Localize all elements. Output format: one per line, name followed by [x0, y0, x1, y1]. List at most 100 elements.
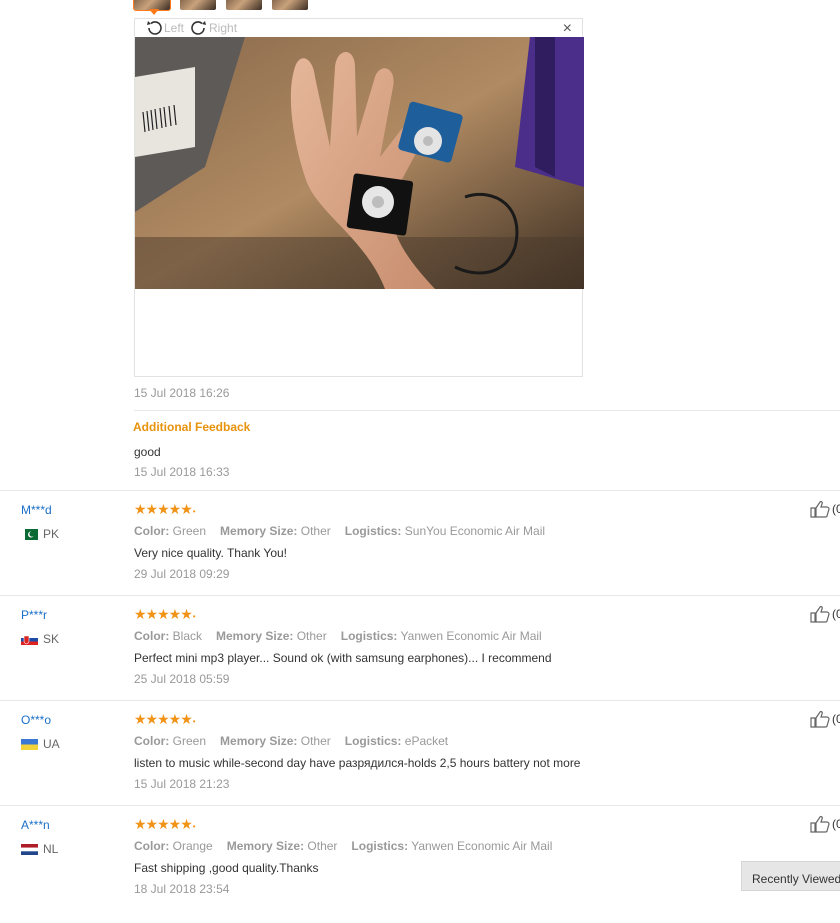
- review-text: Very nice quality. Thank You!: [134, 546, 287, 560]
- review-item: P***r SK ★★★★★• Color: Black Memory Size:…: [0, 605, 840, 713]
- divider: [134, 410, 840, 411]
- photo-thumbnail[interactable]: [272, 0, 308, 10]
- star-rating: ★★★★★•: [134, 501, 195, 517]
- color-value: Green: [172, 734, 207, 748]
- reviewer-name[interactable]: M***d: [21, 503, 52, 517]
- divider: [0, 595, 840, 596]
- helpful-button[interactable]: (0: [810, 710, 840, 728]
- review-text: Perfect mini mp3 player... Sound ok (wit…: [134, 651, 552, 665]
- flag-icon: [21, 633, 38, 645]
- thumbs-up-icon: [810, 501, 830, 518]
- review-date: 18 Jul 2018 23:54: [134, 882, 230, 896]
- thumbs-up-icon: [810, 711, 830, 728]
- stars-text: ★★★★★: [134, 606, 193, 622]
- memory-label: Memory Size:: [226, 839, 305, 853]
- review-date: 15 Jul 2018 16:26: [134, 386, 230, 400]
- thumbs-up-icon: [810, 816, 830, 833]
- country-code: NL: [43, 842, 59, 856]
- rotate-right-icon: [191, 21, 207, 35]
- photo-thumbnails: [134, 0, 308, 10]
- memory-label: Memory Size:: [220, 524, 298, 538]
- additional-feedback-text: good: [134, 445, 161, 459]
- reviewer-name[interactable]: O***o: [21, 713, 51, 727]
- purchase-attributes: Color: Green Memory Size: Other Logistics:…: [134, 734, 448, 748]
- memory-label: Memory Size:: [220, 734, 298, 748]
- review-text: Fast shipping ,good quality.Thanks: [134, 861, 319, 875]
- divider: [0, 805, 840, 806]
- photo-thumbnail[interactable]: [226, 0, 262, 10]
- helpful-button[interactable]: (0: [810, 815, 840, 833]
- color-label: Color:: [134, 524, 170, 538]
- reviewer-country: SK: [21, 632, 59, 646]
- reviewer-country: PK: [21, 527, 59, 541]
- active-thumbnail-caret-icon: [149, 9, 159, 15]
- color-value: Green: [172, 524, 207, 538]
- review-text: listen to music while-second day have ра…: [134, 756, 581, 770]
- reviewer-name[interactable]: P***r: [21, 608, 47, 622]
- photo-thumbnail[interactable]: [180, 0, 216, 10]
- helpful-count: (0: [832, 817, 840, 831]
- review-date: 15 Jul 2018 21:23: [134, 777, 230, 791]
- country-code: UA: [43, 737, 60, 751]
- flag-icon: [21, 843, 38, 855]
- helpful-button[interactable]: (0: [810, 500, 840, 518]
- review-photo: [135, 37, 584, 289]
- star-rating: ★★★★★•: [134, 711, 195, 727]
- additional-feedback-title: Additional Feedback: [133, 420, 251, 434]
- review-item: M***d PK ★★★★★• Color: Green Memory Size:…: [0, 500, 840, 608]
- logistics-label: Logistics:: [344, 734, 402, 748]
- memory-label: Memory Size:: [216, 629, 294, 643]
- stars-text: ★★★★★: [134, 816, 193, 832]
- memory-value: Other: [300, 524, 331, 538]
- logistics-label: Logistics:: [340, 629, 398, 643]
- logistics-value: Yanwen Economic Air Mail: [400, 629, 542, 643]
- star-rating: ★★★★★•: [134, 816, 195, 832]
- color-label: Color:: [134, 839, 170, 853]
- color-label: Color:: [134, 629, 170, 643]
- logistics-label: Logistics:: [351, 839, 409, 853]
- review-item: O***o UA ★★★★★• Color: Green Memory Size:…: [0, 710, 840, 818]
- color-label: Color:: [134, 734, 170, 748]
- memory-value: Other: [300, 734, 331, 748]
- hand-with-mp3-players-image: [135, 37, 584, 289]
- rotate-right-button[interactable]: Right: [190, 19, 237, 37]
- color-value: Black: [172, 629, 203, 643]
- close-icon[interactable]: ×: [563, 20, 572, 38]
- logistics-value: SunYou Economic Air Mail: [404, 524, 546, 538]
- divider: [0, 490, 840, 491]
- helpful-count: (0: [832, 607, 840, 621]
- review-item: A***n NL ★★★★★• Color: Orange Memory Size…: [0, 815, 840, 923]
- reviewer-country: NL: [21, 842, 58, 856]
- thumbs-up-icon: [810, 606, 830, 623]
- viewer-toolbar: Left Right: [145, 19, 237, 37]
- review-date: 25 Jul 2018 05:59: [134, 672, 230, 686]
- recently-viewed-tab[interactable]: Recently Viewed: [741, 861, 840, 891]
- purchase-attributes: Color: Black Memory Size: Other Logistics:…: [134, 629, 542, 643]
- stars-text: ★★★★★: [134, 711, 193, 727]
- image-viewer: Left Right ×: [134, 18, 584, 377]
- flag-icon: [21, 738, 38, 750]
- logistics-value: Yanwen Economic Air Mail: [411, 839, 553, 853]
- rotate-left-label: Left: [164, 21, 185, 35]
- review-date: 29 Jul 2018 09:29: [134, 567, 230, 581]
- helpful-count: (0: [832, 502, 840, 516]
- reviewer-country: UA: [21, 737, 60, 751]
- memory-value: Other: [307, 839, 338, 853]
- logistics-label: Logistics:: [344, 524, 402, 538]
- country-code: SK: [43, 632, 60, 646]
- star-rating: ★★★★★•: [134, 606, 195, 622]
- helpful-count: (0: [832, 712, 840, 726]
- color-value: Orange: [172, 839, 213, 853]
- divider: [0, 700, 840, 701]
- memory-value: Other: [296, 629, 327, 643]
- country-code: PK: [43, 527, 60, 541]
- additional-feedback-date: 15 Jul 2018 16:33: [134, 465, 230, 479]
- rotate-right-label: Right: [209, 21, 238, 35]
- logistics-value: ePacket: [404, 734, 449, 748]
- flag-icon: [21, 528, 38, 540]
- rotate-left-button[interactable]: Left: [145, 19, 184, 37]
- helpful-button[interactable]: (0: [810, 605, 840, 623]
- purchase-attributes: Color: Orange Memory Size: Other Logistics…: [134, 839, 552, 853]
- purchase-attributes: Color: Green Memory Size: Other Logistics:…: [134, 524, 545, 538]
- reviewer-name[interactable]: A***n: [21, 818, 50, 832]
